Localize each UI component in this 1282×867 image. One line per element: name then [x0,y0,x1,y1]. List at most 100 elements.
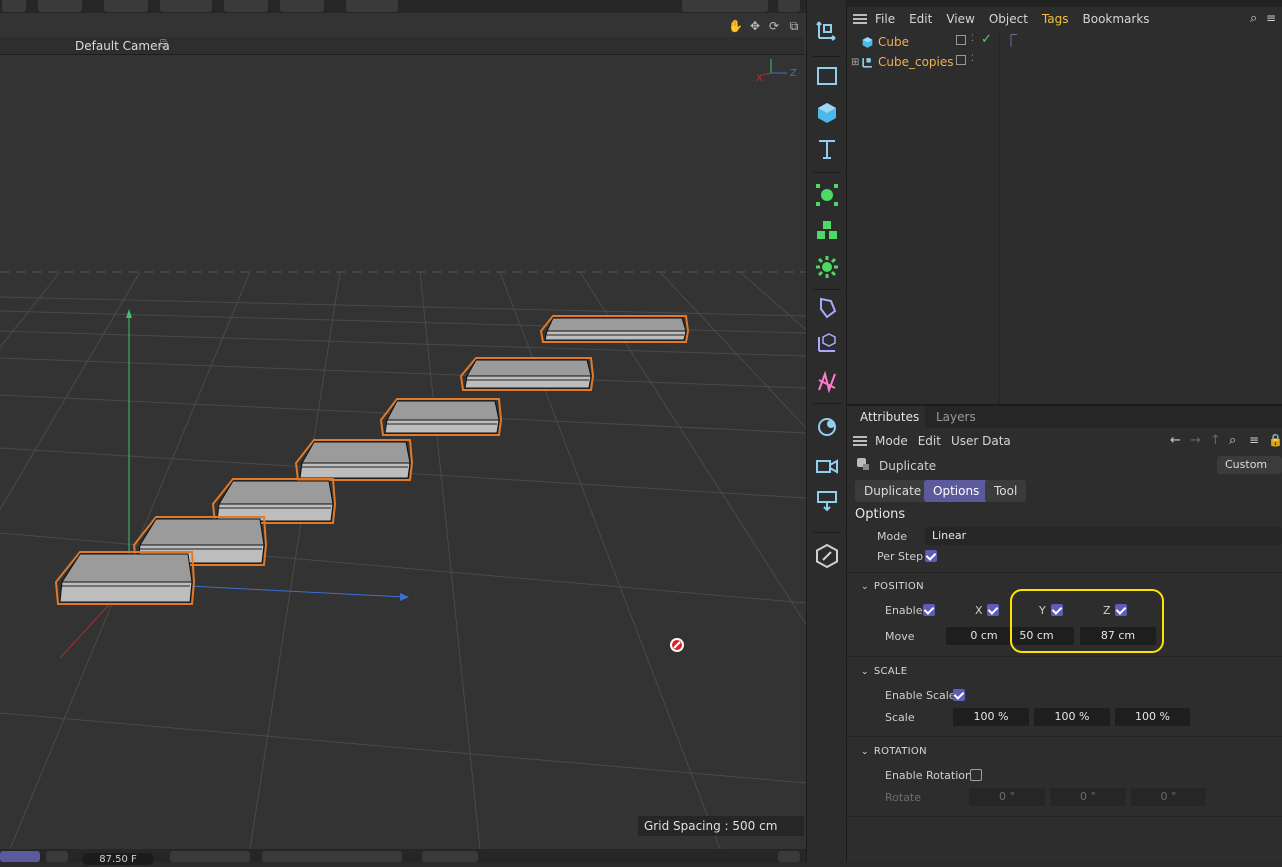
toolbar-button[interactable] [778,0,800,12]
up-arrow-icon[interactable]: ↑ [1210,433,1221,448]
rotate-h-field[interactable]: 0 ° [969,788,1045,806]
preset-dropdown[interactable]: Custom [1217,456,1282,474]
layer-icon[interactable] [956,55,966,65]
deformer-icon[interactable] [814,254,840,280]
section-scale[interactable]: ⌄ SCALE [861,666,907,677]
subtab-tool[interactable]: Tool [985,480,1027,502]
menu-icon[interactable] [853,434,867,448]
menu-bookmarks[interactable]: Bookmarks [1083,12,1150,26]
scale-z-field[interactable]: 100 % [1115,708,1190,726]
maximize-view-icon[interactable]: ⧉ [787,19,801,33]
cube-copy[interactable] [379,398,503,436]
cube-copy[interactable] [294,439,414,481]
scale-x-field[interactable]: 100 % [953,708,1029,726]
enable-rotation-checkbox[interactable] [970,769,982,781]
enable-scale-checkbox[interactable] [953,689,965,701]
autokey-button[interactable] [0,851,40,862]
sketch-icon[interactable] [814,543,840,569]
section-rotation[interactable]: ⌄ ROTATION [861,746,927,757]
back-arrow-icon[interactable]: ← [1170,433,1181,448]
cube-icon[interactable] [814,100,840,126]
spline-icon[interactable] [814,369,840,395]
camera-icon[interactable] [814,452,840,478]
cloner-icon[interactable] [814,218,840,244]
cube-copy[interactable] [54,551,196,605]
filter-icon[interactable]: ≡ [1249,433,1259,447]
object-row-cube[interactable]: Cube ⁚ ✓ ⎾ [851,32,1281,52]
object-name[interactable]: Cube [878,35,909,49]
toolbar-button[interactable] [346,0,398,12]
move-view-icon[interactable]: ✥ [748,19,762,33]
camera-icon[interactable]: ⎘ [160,39,168,50]
filter-icon[interactable]: ≡ [1266,11,1276,25]
cube-icon [862,36,873,48]
expand-icon[interactable] [778,851,800,862]
object-type-label: Duplicate [879,459,937,473]
toolbar-button[interactable] [38,0,82,12]
visibility-dots-icon[interactable]: ⁚ [971,34,974,44]
menu-edit[interactable]: Edit [918,434,941,448]
rotate-p-field[interactable]: 0 ° [1050,788,1126,806]
menu-object[interactable]: Object [989,12,1028,26]
render-buttons[interactable] [682,0,768,12]
visibility-dots-icon[interactable]: ⁚ [971,54,974,64]
attributes-tabs: Attributes Layers [847,406,1282,428]
toolbar-button[interactable] [280,0,324,12]
coordinate-system-icon[interactable] [814,17,840,43]
per-step-checkbox[interactable] [925,550,937,562]
scale-y-field[interactable]: 100 % [1034,708,1110,726]
enabled-check-icon[interactable]: ✓ [981,32,992,47]
tab-attributes[interactable]: Attributes [860,410,919,424]
forward-arrow-icon[interactable]: → [1190,433,1201,448]
toolbar-button[interactable] [224,0,268,12]
menu-icon[interactable] [853,12,867,26]
cube-copy[interactable] [459,357,595,391]
menu-user-data[interactable]: User Data [951,434,1011,448]
subtab-options[interactable]: Options [924,480,989,502]
sound-icon[interactable] [46,851,68,862]
section-position[interactable]: ⌄ POSITION [861,581,924,592]
rotate-view-icon[interactable]: ⟳ [767,19,781,33]
cube-copy[interactable] [539,315,690,343]
viewport[interactable]: Y Z X Default Camera ⎘ ✋ ✥ ⟳ ⧉ Grid Spac… [0,13,806,849]
tag-icon[interactable]: ⎾ [1005,32,1017,49]
enable-rotation-label: Enable Rotation [885,769,972,782]
enable-position-checkbox[interactable] [923,604,935,616]
x-checkbox[interactable] [987,604,999,616]
menu-tags[interactable]: Tags [1042,12,1069,26]
expand-icon[interactable]: ⊞ [851,57,861,68]
tab-layers[interactable]: Layers [936,410,976,424]
floor-icon[interactable] [814,488,840,514]
menu-file[interactable]: File [875,12,895,26]
key-buttons[interactable] [262,851,402,862]
annotation-highlight [1010,589,1164,653]
object-row-cube-copies[interactable]: ⊞ Cube_copies ⁚ [851,52,1281,72]
frame-field[interactable]: 87.50 F [82,853,154,865]
menu-mode[interactable]: Mode [875,434,908,448]
subtab-duplicate[interactable]: Duplicate [855,480,931,502]
bottom-toolbar: 87.50 F [0,849,806,865]
layer-icon[interactable] [956,35,966,45]
record-buttons[interactable] [170,851,250,862]
playback-buttons[interactable] [422,851,478,862]
toolbar-button[interactable] [2,0,26,12]
search-icon[interactable]: ⌕ [1229,433,1236,448]
text-icon[interactable] [814,136,840,162]
generator-icon[interactable] [814,182,840,208]
grid-snap-button[interactable] [160,0,212,12]
light-icon[interactable] [814,414,840,440]
camera-label[interactable]: Default Camera [75,39,170,53]
mode-dropdown[interactable]: Linear [925,527,1282,545]
rotate-b-field[interactable]: 0 ° [1131,788,1206,806]
pan-hand-icon[interactable]: ✋ [728,19,743,33]
axis-cube-icon[interactable] [814,330,840,356]
search-icon[interactable]: ⌕ [1250,11,1257,26]
lock-icon[interactable]: 🔒 [1268,433,1282,447]
bend-deformer-icon[interactable] [814,294,840,320]
menu-view[interactable]: View [946,12,974,26]
rectangle-icon[interactable] [814,63,840,89]
object-name[interactable]: Cube_copies [878,55,954,69]
menu-edit[interactable]: Edit [909,12,932,26]
move-label: Move [885,630,915,643]
magnet-button[interactable] [104,0,148,12]
